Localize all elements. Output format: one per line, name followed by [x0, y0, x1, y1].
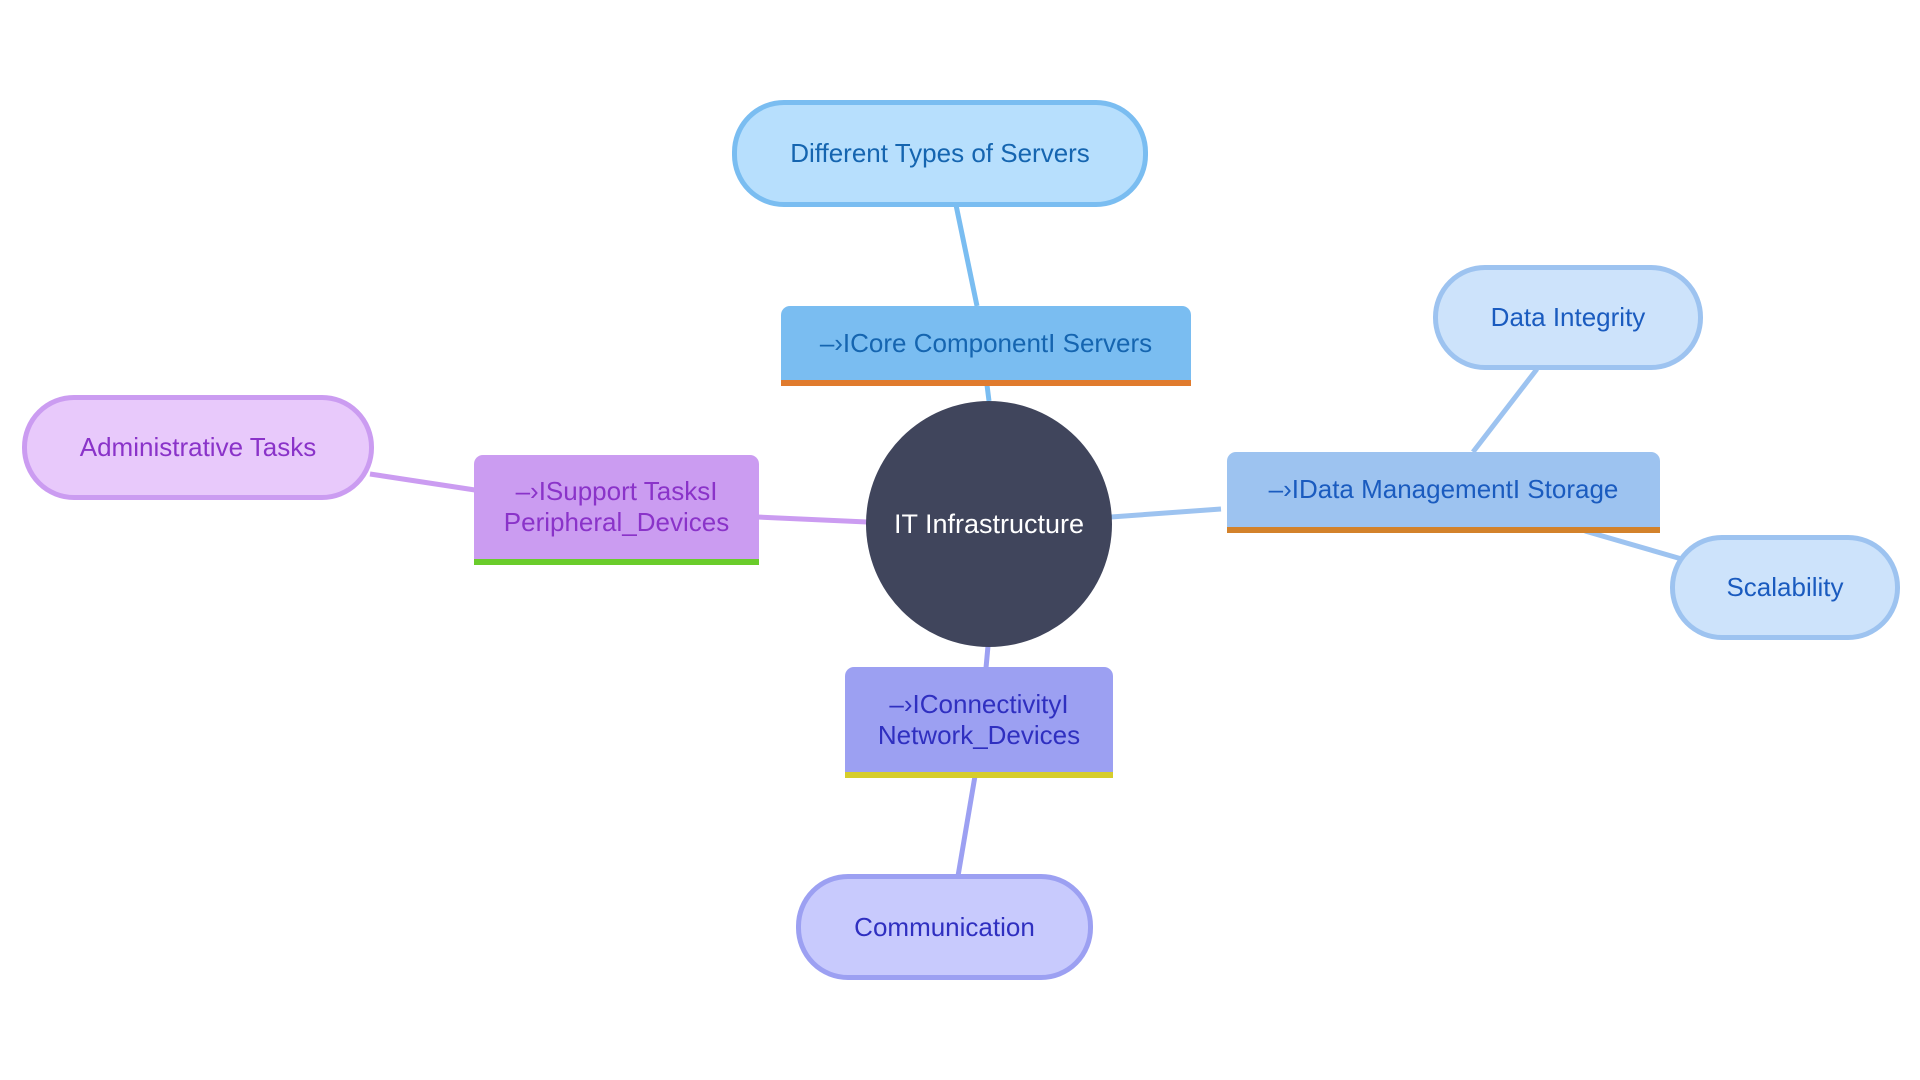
- node-connectivity-network-devices[interactable]: –›IConnectivityI Network_Devices: [845, 667, 1113, 778]
- edge-root-servers: [984, 384, 992, 402]
- node-data-management-storage[interactable]: –›IData ManagementI Storage: [1227, 452, 1660, 533]
- node-label: Data Integrity: [1490, 302, 1646, 332]
- node-communication[interactable]: Communication: [796, 874, 1093, 980]
- edge-root-network: [983, 645, 991, 669]
- node-data-integrity[interactable]: Data Integrity: [1433, 265, 1703, 370]
- edge-storage-integrity: [1471, 367, 1539, 454]
- node-label: –›IData ManagementI Storage: [1268, 474, 1619, 504]
- node-administrative-tasks[interactable]: Administrative Tasks: [22, 395, 374, 500]
- edge-storage-scalability: [1584, 528, 1693, 565]
- node-label: –›ICore ComponentI Servers: [819, 327, 1153, 358]
- edge-root-peripheral: [756, 514, 868, 525]
- node-different-types-of-servers[interactable]: Different Types of Servers: [732, 100, 1148, 207]
- edge-root-storage: [1110, 506, 1222, 520]
- node-label: Scalability: [1726, 572, 1844, 602]
- node-label: Different Types of Servers: [790, 138, 1090, 168]
- node-label: –›ISupport TasksI Peripheral_Devices: [503, 476, 730, 537]
- edge-servers-types: [953, 204, 980, 307]
- edge-network-communication: [955, 775, 978, 877]
- node-label: Communication: [854, 911, 1035, 942]
- node-core-component-servers[interactable]: –›ICore ComponentI Servers: [781, 306, 1191, 386]
- node-label: Administrative Tasks: [79, 432, 317, 462]
- node-scalability[interactable]: Scalability: [1670, 535, 1900, 640]
- node-support-tasks-peripheral-devices[interactable]: –›ISupport TasksI Peripheral_Devices: [474, 455, 759, 565]
- edge-peripheral-admin: [369, 471, 476, 493]
- node-root-it-infrastructure[interactable]: IT Infrastructure: [866, 401, 1112, 647]
- node-label: –›IConnectivityI Network_Devices: [877, 688, 1081, 750]
- root-label: IT Infrastructure: [893, 508, 1085, 539]
